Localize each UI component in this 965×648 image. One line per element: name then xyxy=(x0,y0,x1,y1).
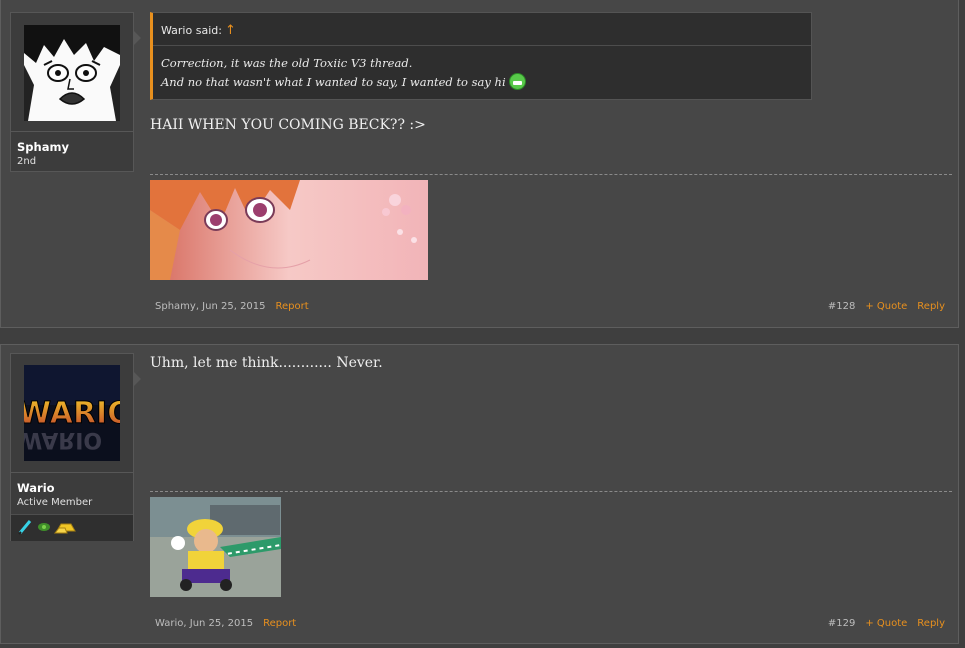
post-number[interactable]: #129 xyxy=(828,618,855,629)
reply-button[interactable]: Reply xyxy=(917,618,945,629)
username[interactable]: Sphamy xyxy=(17,140,127,154)
reply-button[interactable]: Reply xyxy=(917,301,945,312)
message-text: HAII WHEN YOU COMING BECK?? :> xyxy=(150,117,426,133)
post-129: WARIO WARIO Wario Active Member Uhm, let… xyxy=(0,344,959,644)
avatar[interactable] xyxy=(24,25,120,121)
signature-divider xyxy=(150,491,952,492)
avatar-frame xyxy=(11,13,141,132)
quote-block: Wario said: ↑ Correction, it was the old … xyxy=(150,12,812,100)
quote-button[interactable]: + Quote xyxy=(865,301,907,312)
pencil-badge-icon xyxy=(18,520,32,535)
quote-line: And no that wasn't what I wanted to say,… xyxy=(161,75,506,89)
message-text: Uhm, let me think............ Never. xyxy=(150,355,383,371)
post-actions: #128 + Quote Reply xyxy=(818,301,945,312)
card-arrow xyxy=(134,372,141,386)
post-actions: #129 + Quote Reply xyxy=(818,618,945,629)
user-badges xyxy=(11,514,133,541)
eye-badge-icon xyxy=(38,523,50,531)
avatar[interactable]: WARIO WARIO xyxy=(24,365,120,461)
svg-text:WARIO: WARIO xyxy=(24,427,102,452)
grin-smiley-icon xyxy=(508,73,526,90)
avatar-frame: WARIO WARIO xyxy=(11,354,141,473)
quote-body: Correction, it was the old Toxiic V3 thr… xyxy=(153,46,811,100)
report-link[interactable]: Report xyxy=(276,301,309,312)
user-title: 2nd xyxy=(17,156,37,167)
card-arrow xyxy=(134,31,141,45)
post-128: Sphamy 2nd Wario said: ↑ Correction, it w… xyxy=(0,0,959,328)
quote-button[interactable]: + Quote xyxy=(865,618,907,629)
quote-author: Wario said: xyxy=(161,24,222,37)
user-title: Active Member xyxy=(17,497,93,508)
signature-image xyxy=(150,180,428,280)
user-card: Sphamy 2nd xyxy=(10,12,141,172)
signature-divider xyxy=(150,174,952,175)
user-card: WARIO WARIO Wario Active Member xyxy=(10,353,141,541)
quote-header: Wario said: ↑ xyxy=(153,13,811,46)
post-meta: Wario, Jun 25, 2015 Report xyxy=(155,618,296,629)
post-author-date[interactable]: Wario, Jun 25, 2015 xyxy=(155,618,253,629)
post-number[interactable]: #128 xyxy=(828,301,855,312)
go-to-quote-icon[interactable]: ↑ xyxy=(225,23,236,38)
quote-line: Correction, it was the old Toxiic V3 thr… xyxy=(161,56,413,70)
post-author-date[interactable]: Sphamy, Jun 25, 2015 xyxy=(155,301,266,312)
post-meta: Sphamy, Jun 25, 2015 Report xyxy=(155,301,309,312)
gold-bar-badge-icon xyxy=(53,523,76,534)
avatar-logo-text: WARIO xyxy=(24,396,120,431)
username[interactable]: Wario xyxy=(17,481,127,495)
signature-image xyxy=(150,497,281,597)
report-link[interactable]: Report xyxy=(263,618,296,629)
